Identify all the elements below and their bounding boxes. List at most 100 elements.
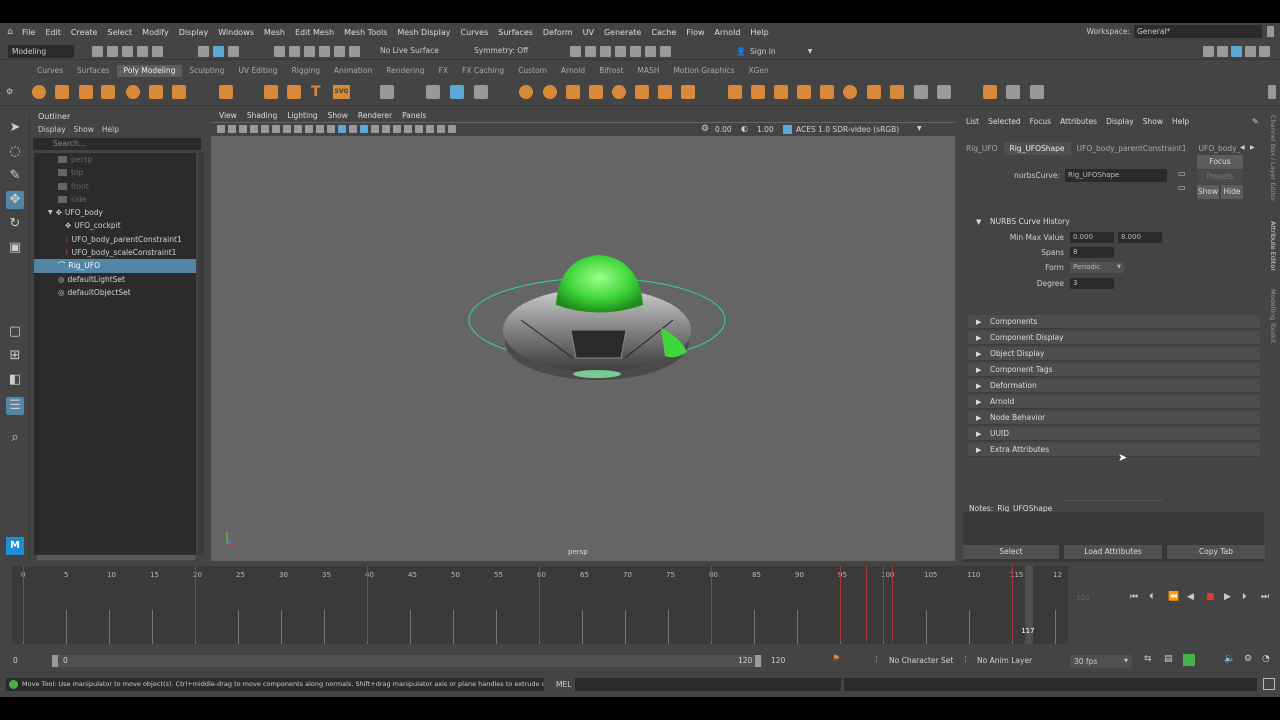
go-to-start-icon[interactable]: ⏮ [1130,592,1138,602]
side-tab-channel-box[interactable]: Channel Box / Layer Editor [1269,115,1277,202]
outliner-item-scale-constraint[interactable]: ⌇ UFO_body_scaleConstraint1 [34,246,196,259]
exposure-value[interactable]: 0.00 [715,125,732,134]
go-to-end-icon[interactable]: ⏭ [1261,592,1269,602]
snap-curve-icon[interactable] [289,46,300,57]
paint-icon[interactable] [1030,85,1044,99]
step-back-key-icon[interactable]: ⏪ [1168,592,1179,602]
section-deformation[interactable]: ▶ Deformation [968,379,1260,393]
connect-icon[interactable] [867,85,881,99]
svg-tool-icon[interactable]: SVG [333,85,350,99]
type-tool-icon[interactable]: T [311,84,321,100]
menu-edit-mesh[interactable]: Edit Mesh [290,28,339,37]
crease-tool-icon[interactable] [983,85,997,99]
outliner-item-ufo-cockpit[interactable]: ✥ UFO_cockpit [34,219,196,232]
textured-icon[interactable] [360,125,368,133]
menu-select[interactable]: Select [102,28,137,37]
menu-flow[interactable]: Flow [681,28,709,37]
viewport-menu-renderer[interactable]: Renderer [355,110,395,122]
viewport-menu-panels[interactable]: Panels [399,110,429,122]
ipr-render-icon[interactable] [585,46,596,57]
motion-blur-icon[interactable] [404,125,412,133]
outliner-item-ufo-body[interactable]: ▼ ✥ UFO_body [34,206,196,219]
form-dropdown[interactable]: Periodic ▼ [1070,262,1124,273]
attribute-editor-toggle-icon[interactable] [1231,46,1242,57]
menu-help[interactable]: Help [745,28,773,37]
play-backwards-icon[interactable]: ◀ [1187,592,1194,602]
menu-edit[interactable]: Edit [40,28,66,37]
camera-attributes-icon[interactable] [228,125,236,133]
outliner-item-default-light-set[interactable]: ◎ defaultLightSet [34,273,196,286]
menu-generate[interactable]: Generate [599,28,646,37]
poly-cube-icon[interactable] [55,85,69,99]
viewport-panel[interactable]: View Shading Lighting Show Renderer Pane… [211,110,955,561]
poly-cylinder-icon[interactable] [79,85,93,99]
show-button[interactable]: Show [1197,185,1219,199]
menu-display[interactable]: Display [174,28,214,37]
tab-scroll-right-icon[interactable]: ▶ [1250,144,1255,151]
menu-mesh-tools[interactable]: Mesh Tools [339,28,392,37]
outliner-layout-icon[interactable]: ☰ [6,397,24,415]
smooth-shade-icon[interactable] [338,125,346,133]
outliner-item-default-object-set[interactable]: ◎ defaultObjectSet [34,286,196,299]
outliner-search-input[interactable]: Search... [33,138,201,150]
spans-field[interactable]: 8 [1070,247,1114,258]
side-tab-modelling-toolkit[interactable]: Modelling Toolkit [1269,289,1277,343]
snap-point-icon[interactable] [304,46,315,57]
shelf-tab-sculpting[interactable]: Sculpting [182,65,231,77]
ae-menu-attributes[interactable]: Attributes [1060,117,1097,126]
save-scene-icon[interactable] [122,46,133,57]
menu-cache[interactable]: Cache [646,28,681,37]
shelf-tab-surfaces[interactable]: Surfaces [70,65,116,77]
poly-torus-icon[interactable] [126,85,140,99]
sign-in-button[interactable]: 👤 Sign In ▼ [736,45,816,58]
focus-node-icon[interactable]: ▭ [1178,169,1186,178]
poly-plane-icon[interactable] [149,85,163,99]
uv-editor-icon[interactable] [450,85,464,99]
section-node-behavior[interactable]: ▶ Node Behavior [968,411,1260,425]
section-extra-attributes[interactable]: ▶ Extra Attributes [968,443,1260,457]
shelf-tab-uv-editing[interactable]: UV Editing [231,65,284,77]
outliner-menu-help[interactable]: Help [102,124,119,136]
symmetry-dropdown[interactable]: Symmetry: Off [474,46,528,55]
pin-icon[interactable]: ✎ [1252,117,1259,126]
hypershade-icon[interactable] [615,46,626,57]
range-start-handle[interactable] [52,655,58,667]
tool-settings-icon[interactable] [1245,46,1256,57]
maya-home-icon[interactable]: ⌂ [3,27,17,37]
character-set-icon[interactable]: ⋮ [873,655,880,663]
shelf-tab-motion-graphics[interactable]: Motion Graphics [666,65,741,77]
panel-options-icon[interactable] [1267,26,1274,37]
mirror-icon[interactable] [635,85,649,99]
center-pivot-icon[interactable] [937,85,951,99]
animation-start-field[interactable]: 0 [13,656,18,665]
keyframe-marker[interactable] [711,566,712,642]
arnold-render-icon[interactable] [645,46,656,57]
menu-mesh-display[interactable]: Mesh Display [392,28,455,37]
max-value-field[interactable]: 8.000 [1118,232,1162,243]
outliner-item-top[interactable]: top [34,166,196,179]
loop-icon[interactable]: ⇆ [1144,654,1152,664]
quad-draw-icon[interactable] [890,85,904,99]
keyframe-marker[interactable] [1012,566,1013,642]
multi-cut-icon[interactable] [820,85,834,99]
shelf-tab-curves[interactable]: Curves [30,65,70,77]
key-icon[interactable] [1183,654,1195,666]
separate-icon[interactable] [543,85,557,99]
script-lang-toggle[interactable]: MEL [556,680,571,689]
combine-icon[interactable] [519,85,533,99]
pause-viewport-icon[interactable] [660,46,671,57]
reduce-icon[interactable] [681,85,695,99]
node-name-field[interactable]: Rig_UFOShape [1065,169,1167,182]
hierarchy-mode-icon[interactable] [198,46,209,57]
viewport-menu-shading[interactable]: Shading [244,110,280,122]
bounding-box-icon[interactable] [914,85,928,99]
notes-divider[interactable] [1063,500,1163,501]
shelf-scroll-icon[interactable] [1268,85,1276,99]
tab-ufo-body[interactable]: UFO_body_ [1193,142,1247,155]
modeling-toolkit-icon[interactable] [1203,46,1214,57]
workspace-dropdown[interactable]: General* [1134,25,1262,38]
ae-menu-list[interactable]: List [966,117,979,126]
menu-uv[interactable]: UV [578,28,599,37]
redo-icon[interactable] [152,46,163,57]
mode-dropdown[interactable]: Modeling [8,45,74,58]
